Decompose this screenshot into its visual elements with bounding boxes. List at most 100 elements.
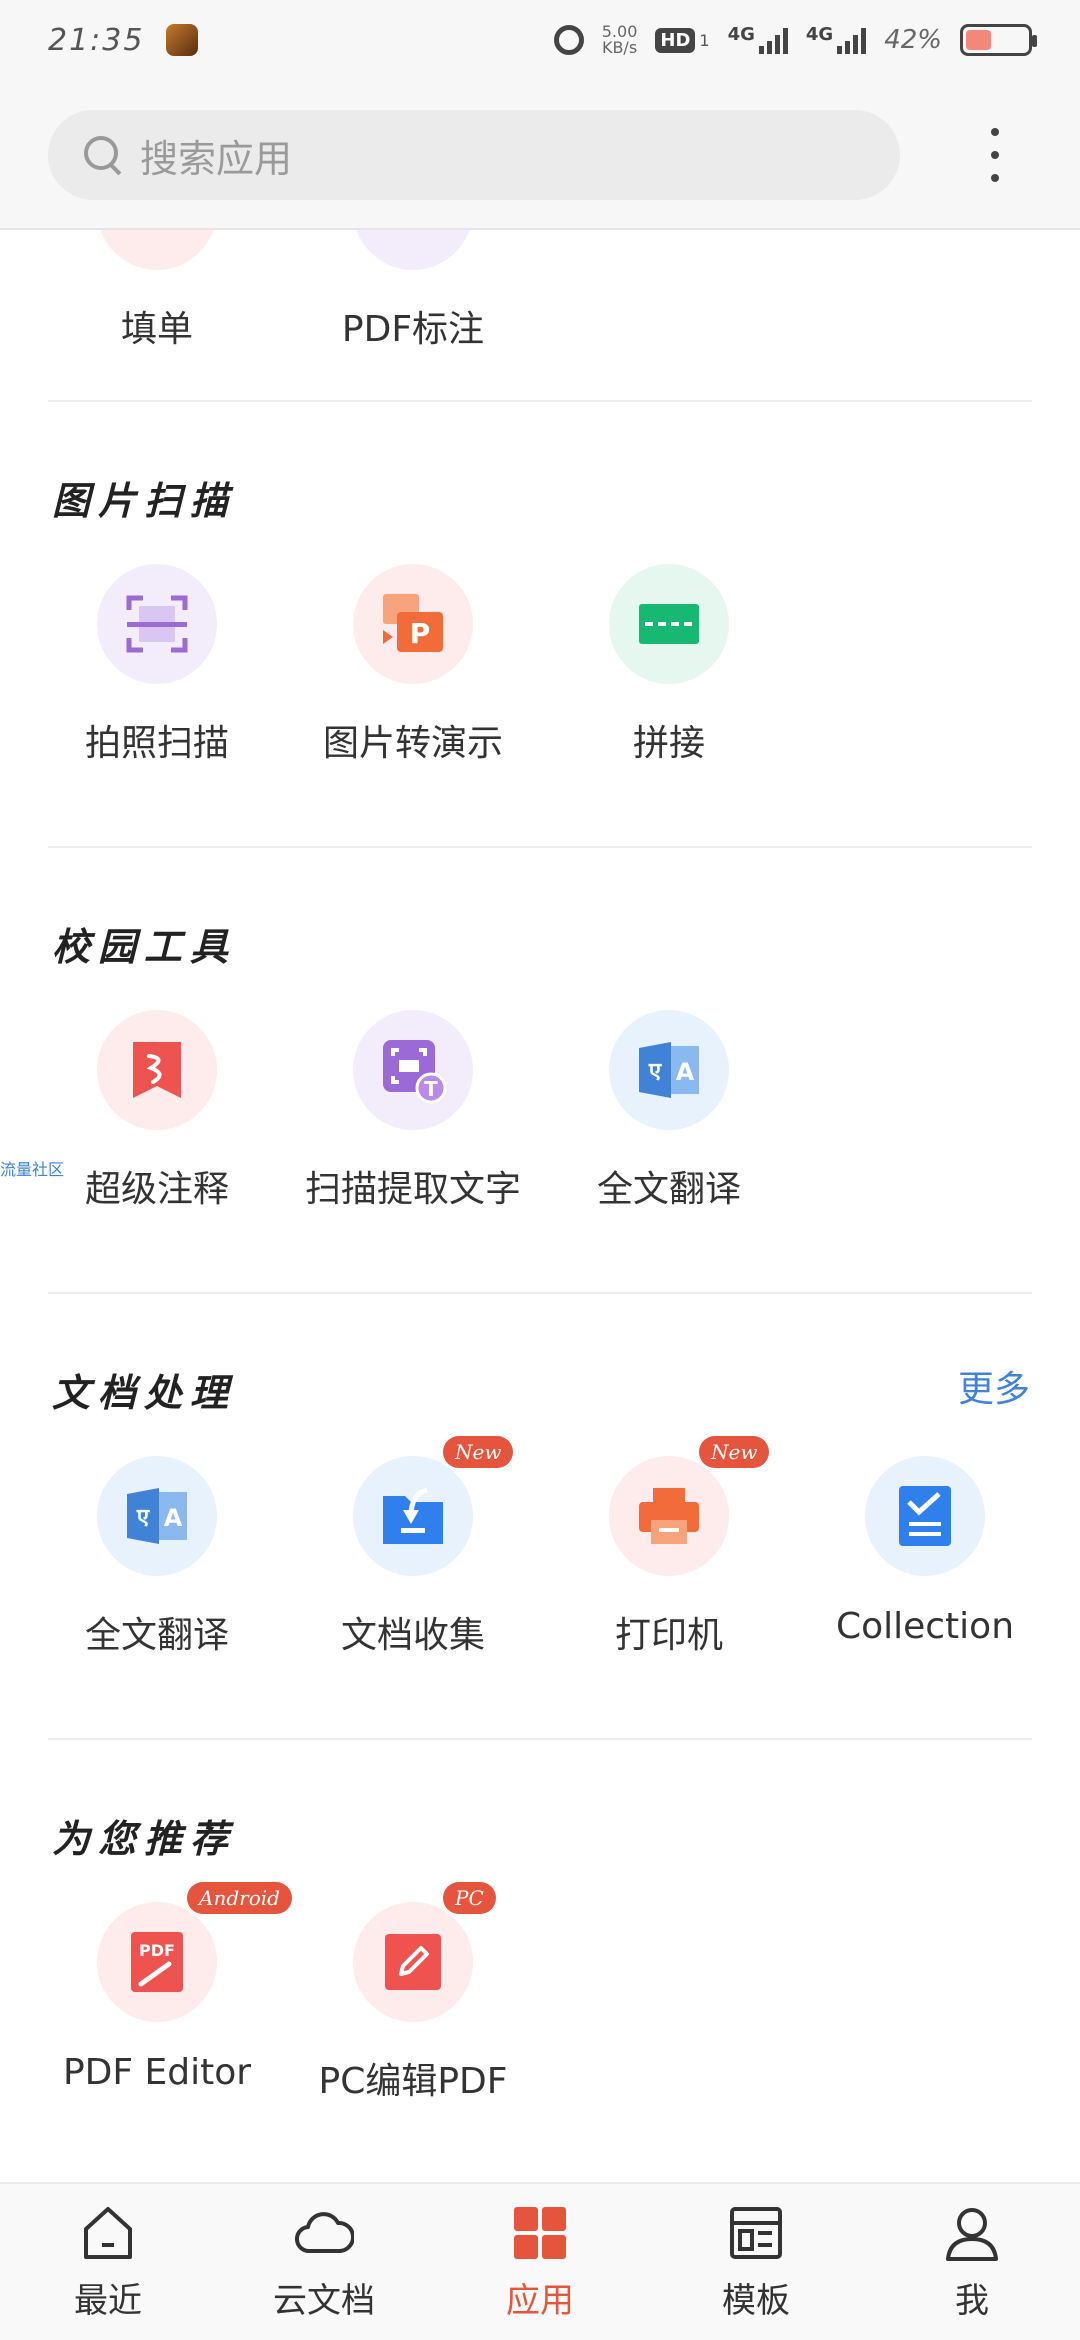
section-title-campus-tools: 校园工具 [52, 924, 237, 969]
translate-a: A [676, 1058, 695, 1086]
app-label: PDF Editor [62, 2052, 252, 2093]
form-icon [97, 230, 217, 270]
translate-glyph: ए [136, 1505, 150, 1530]
app-item-fill-form[interactable]: 填单 [29, 230, 285, 352]
pc-edit-pdf-icon: PC [353, 1882, 496, 2022]
divider [48, 400, 1032, 402]
nav-item-recent[interactable]: 最近 [8, 2203, 208, 2322]
stitch-icon [609, 564, 729, 684]
signal-2-label: 4G [805, 24, 834, 45]
app-item-doc-collect[interactable]: New 文档收集 [285, 1436, 541, 1658]
app-item-image-to-ppt[interactable]: P 图片转演示 [285, 564, 541, 766]
camera-scan-icon [97, 564, 217, 684]
translate-glyph: ए [648, 1059, 662, 1084]
app-label: 拍照扫描 [84, 723, 229, 764]
net-speed-unit: KB/s [601, 38, 638, 57]
app-item-pdf-editor[interactable]: PDF Android PDF Editor [29, 1882, 292, 2093]
app-label: 超级注释 [84, 1169, 229, 1210]
nav-label: 最近 [74, 2280, 142, 2321]
battery-icon [960, 24, 1037, 56]
app-item-translate[interactable]: ए A 全文翻译 [541, 1010, 797, 1212]
nav-label: 应用 [506, 2280, 574, 2321]
app-label: 扫描提取文字 [304, 1169, 521, 1210]
search-header: 搜索应用 [0, 80, 1080, 230]
ppt-letter: P [410, 617, 431, 650]
nav-item-apps[interactable]: 应用 [440, 2203, 640, 2322]
app-item-printer[interactable]: New 打印机 [541, 1436, 797, 1658]
app-label: PDF标注 [341, 309, 485, 350]
divider [48, 846, 1032, 848]
home-icon [84, 2206, 132, 2259]
app-item-super-annotate[interactable]: 超级注释 [29, 1010, 285, 1212]
template-icon [730, 2206, 782, 2259]
new-badge: New [443, 1436, 514, 1468]
pc-badge: PC [443, 1882, 496, 1914]
search-placeholder: 搜索应用 [140, 136, 293, 181]
hd-badge: HD [655, 27, 696, 53]
bottom-navigation: 最近 云文档 应用 模板 我 [0, 2182, 1080, 2340]
signal-bars-icon [837, 28, 867, 54]
battery-fill [966, 30, 992, 50]
battery-percent: 42% [884, 25, 942, 55]
search-icon [84, 136, 122, 174]
translate-a: A [164, 1504, 183, 1532]
side-floating-tag[interactable]: 流量社区 [0, 1156, 64, 1180]
pdf-text: PDF [139, 1941, 175, 1960]
alarm-icon [553, 25, 584, 55]
nav-label: 云文档 [273, 2280, 375, 2321]
hd-sub: 1 [699, 30, 710, 50]
app-label: PC编辑PDF [318, 2061, 508, 2102]
status-bar: 21:35 5.00 KB/s HD 1 4G 4G 42% [0, 0, 1080, 80]
super-annotate-icon [97, 1010, 217, 1130]
collection-icon [865, 1456, 985, 1576]
signal-1-label: 4G [727, 24, 755, 45]
app-item-stitch[interactable]: 拼接 [541, 564, 797, 766]
printer-icon: New [609, 1436, 770, 1576]
android-badge: Android [187, 1882, 292, 1914]
section-title-recommended: 为您推荐 [52, 1816, 237, 1861]
section-title-doc-processing: 文档处理 [52, 1370, 237, 1415]
app-label: 文档收集 [340, 1615, 485, 1656]
app-label: 全文翻译 [84, 1615, 229, 1656]
divider [48, 1292, 1032, 1294]
translate-icon: ए A [609, 1010, 729, 1130]
game-notification-icon [166, 24, 199, 56]
status-time: 21:35 [48, 22, 145, 58]
app-label: Collection [835, 1606, 1015, 1647]
app-item-collection[interactable]: Collection [797, 1456, 1053, 1647]
app-label: 填单 [120, 309, 193, 350]
new-badge: New [699, 1436, 770, 1468]
nav-item-templates[interactable]: 模板 [656, 2203, 856, 2322]
doc-collect-icon: New [353, 1436, 514, 1576]
section-title-image-scan: 图片扫描 [52, 478, 237, 523]
app-label: 打印机 [614, 1615, 723, 1656]
app-item-translate-2[interactable]: ए A 全文翻译 [29, 1456, 285, 1658]
app-item-pc-edit-pdf[interactable]: PC PC编辑PDF [285, 1882, 541, 2104]
divider [48, 1738, 1032, 1740]
app-label: 图片转演示 [322, 723, 503, 764]
nav-item-me[interactable]: 我 [872, 2203, 1072, 2322]
status-left: 21:35 [48, 22, 199, 58]
app-item-pdf-annotate[interactable]: PDF标注 [285, 230, 541, 352]
signal-2: 4G [805, 24, 867, 54]
cloud-icon [295, 2211, 354, 2253]
status-right: 5.00 KB/s HD 1 4G 4G 42% [553, 24, 1037, 56]
app-item-ocr[interactable]: T 扫描提取文字 [285, 1010, 541, 1212]
signal-bars-icon [758, 28, 788, 54]
nav-item-cloud-docs[interactable]: 云文档 [224, 2203, 424, 2322]
nav-label: 我 [955, 2280, 989, 2321]
image-to-ppt-icon: P [353, 564, 473, 684]
more-link[interactable]: 更多 [958, 1360, 1030, 1412]
pdf-annotate-icon [353, 230, 473, 270]
translate-icon: ए A [97, 1456, 217, 1576]
net-speed: 5.00 KB/s [602, 24, 638, 56]
more-options-icon[interactable] [980, 128, 1010, 182]
app-label: 全文翻译 [596, 1169, 741, 1210]
pdf-editor-icon: PDF Android [97, 1882, 292, 2022]
search-input[interactable]: 搜索应用 [48, 110, 900, 200]
apps-content[interactable]: 填单 PDF标注 图片扫描 拍照扫描 P 图片转演示 拼接 校园工具 超级注释 … [0, 230, 1080, 2182]
apps-icon [514, 2206, 566, 2259]
nav-label: 模板 [722, 2280, 790, 2321]
ocr-letter: T [424, 1077, 438, 1101]
app-item-camera-scan[interactable]: 拍照扫描 [29, 564, 285, 766]
